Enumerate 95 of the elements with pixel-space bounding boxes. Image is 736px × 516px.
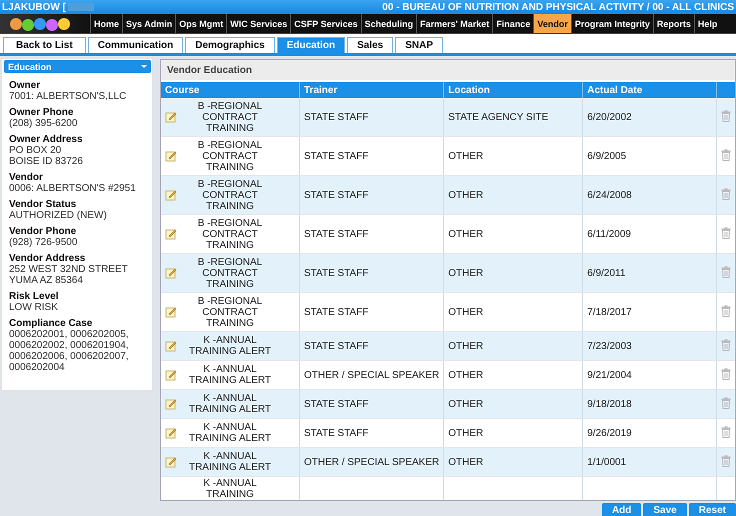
table-cell: OTHER	[444, 332, 583, 360]
field-value: PO BOX 20 BOISE ID 83726	[9, 145, 84, 167]
tab[interactable]: SNAP	[395, 37, 443, 53]
delete-icon[interactable]	[721, 338, 731, 350]
table-cell: 1/1/0001	[582, 448, 716, 476]
table-cell-text: B -REGIONAL CONTRACT TRAINING	[196, 178, 264, 212]
table-cell: OTHER	[444, 176, 583, 214]
tab[interactable]: Communication	[88, 37, 184, 53]
table-cell-text: K -ANNUAL TRAINING ALERT	[188, 422, 272, 444]
field-label: Owner	[9, 80, 42, 91]
table-cell: STATE STAFF	[300, 390, 444, 418]
table-cell: 6/24/2008	[582, 176, 716, 214]
field-label: Owner Phone	[9, 107, 74, 118]
field-label: Owner Address	[9, 134, 84, 145]
table-cell-text: K -ANNUAL TRAINING ALERT	[188, 364, 272, 386]
menu-item[interactable]: Help	[694, 14, 720, 33]
table-cell-text: K -ANNUAL TRAINING ALERT	[188, 393, 272, 415]
table-cell: 6/9/2011	[582, 254, 716, 292]
field-label: Vendor	[9, 172, 44, 183]
delete-icon[interactable]	[721, 148, 731, 160]
table-cell: STATE STAFF	[300, 332, 444, 360]
edit-icon[interactable]	[165, 398, 177, 410]
column-header: Location	[444, 82, 583, 98]
menu-item[interactable]: Ops Mgmt	[175, 14, 226, 33]
menu-item[interactable]: Scheduling	[360, 14, 416, 33]
caret-icon	[141, 65, 147, 68]
edit-icon[interactable]	[165, 340, 177, 352]
table-cell: 6/20/2002	[582, 98, 716, 136]
edit-icon[interactable]	[165, 267, 177, 279]
field-value: 0006: ALBERTSON'S #2951	[9, 183, 137, 194]
field-value: AUTHORIZED (NEW)	[9, 210, 108, 221]
table-cell: STATE STAFF	[300, 254, 444, 292]
field-label: Vendor Status	[9, 199, 77, 210]
table-cell: STATE STAFF	[300, 98, 444, 136]
table-cell-text: B -REGIONAL CONTRACT TRAINING	[196, 218, 264, 250]
logoff-link[interactable]	[68, 3, 94, 11]
table-cell: 9/18/2018	[582, 390, 716, 418]
edit-icon[interactable]	[165, 369, 177, 381]
menu-item[interactable]: WIC Services	[226, 14, 290, 33]
edit-icon[interactable]	[165, 306, 177, 318]
table-cell: 7/23/2003	[582, 332, 716, 360]
edit-icon[interactable]	[165, 228, 177, 240]
field-label: Risk Level	[9, 291, 60, 302]
user-name: LJAKUBOW [	[2, 2, 66, 12]
field-label: Vendor Address	[9, 253, 86, 264]
column-header: Course	[161, 82, 300, 98]
delete-icon[interactable]	[721, 226, 731, 238]
table-cell: OTHER	[444, 254, 583, 292]
field-value: 0006202001, 0006202005, 0006202002, 0006201904, 0006202006, 0006202007, 0006202004	[9, 329, 130, 373]
table-cell: OTHER / SPECIAL SPEAKER	[300, 448, 444, 476]
table-cell-text: K -ANNUAL TRAINING ALERT	[188, 335, 272, 357]
delete-icon[interactable]	[721, 188, 731, 200]
edit-icon[interactable]	[165, 189, 177, 201]
field-label: Vendor Phone	[9, 226, 78, 237]
tab[interactable]: Demographics	[185, 37, 275, 53]
field-value: (928) 726-9500	[9, 237, 78, 248]
menu-item[interactable]: Reports	[652, 14, 694, 33]
delete-icon[interactable]	[721, 304, 731, 316]
column-header: Trainer	[300, 82, 444, 98]
agency-name: 00 - BUREAU OF NUTRITION AND PHYSICAL ACTIVITY / 00 - ALL CLINICS	[382, 2, 734, 12]
delete-icon[interactable]	[721, 266, 731, 278]
delete-icon[interactable]	[721, 110, 731, 122]
table-cell: OTHER	[444, 390, 583, 418]
menu-item[interactable]: Farmers' Market	[416, 14, 492, 33]
tab[interactable]: Sales	[347, 37, 394, 53]
edit-icon[interactable]	[165, 150, 177, 162]
table-cell: OTHER	[444, 448, 583, 476]
field-value: 7001: ALBERTSON'S,LLC	[9, 91, 128, 102]
table-cell-text: B -REGIONAL CONTRACT TRAINING	[196, 256, 264, 290]
table-cell: STATE STAFF	[300, 176, 444, 214]
table-cell-text: B -REGIONAL CONTRACT TRAINING	[196, 296, 264, 328]
panel-title: Vendor Education	[161, 60, 735, 82]
menu-item[interactable]: CSFP Services	[290, 14, 361, 33]
table-cell-text: B -REGIONAL CONTRACT TRAINING	[196, 140, 264, 172]
table-cell-text: K -ANNUAL TRAINING ALERT	[188, 451, 272, 473]
field-value: LOW RISK	[9, 302, 59, 313]
edit-icon[interactable]	[165, 427, 177, 439]
delete-icon[interactable]	[721, 426, 731, 438]
delete-icon[interactable]	[721, 396, 731, 408]
edit-icon[interactable]	[165, 456, 177, 468]
edit-icon[interactable]	[165, 111, 177, 123]
tab[interactable]: Back to List	[3, 37, 86, 53]
table-cell-text: B -REGIONAL CONTRACT TRAINING	[196, 100, 264, 134]
table-cell: STATE AGENCY SITE	[444, 98, 583, 136]
delete-icon[interactable]	[721, 454, 731, 466]
table-cell-text: K -ANNUAL TRAINING	[202, 478, 258, 500]
menu-item[interactable]: Home	[90, 14, 122, 33]
field-label: Compliance Case	[9, 318, 94, 329]
menu-item[interactable]: Vendor	[533, 14, 571, 33]
field-value: (208) 395-6200	[9, 118, 78, 129]
column-header: Actual Date	[582, 82, 716, 98]
menu-item[interactable]: Sys Admin	[122, 14, 176, 33]
menu-item[interactable]: Program Integrity	[570, 14, 653, 33]
delete-icon[interactable]	[721, 368, 731, 380]
field-value: 252 WEST 32ND STREET YUMA AZ 85364	[9, 264, 129, 286]
